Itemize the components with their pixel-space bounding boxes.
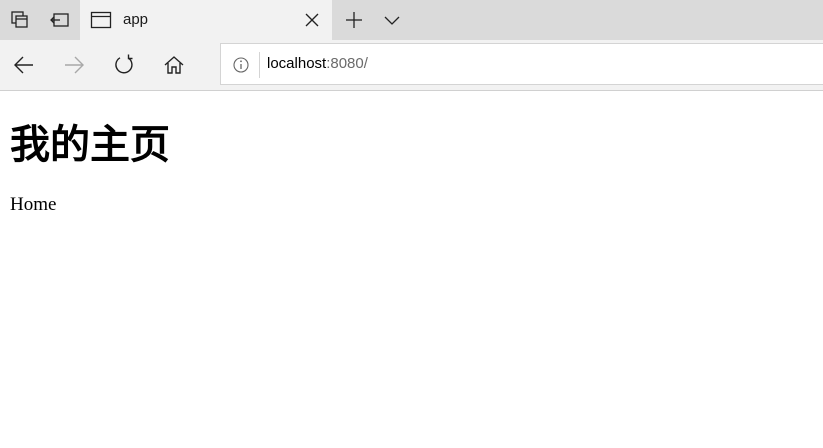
back-button[interactable] — [4, 45, 44, 85]
refresh-icon — [115, 54, 133, 74]
chevron-down-icon — [384, 16, 400, 25]
tab-app[interactable]: app — [80, 0, 332, 40]
tab-sets-button[interactable] — [0, 0, 40, 40]
home-link[interactable]: Home — [10, 194, 823, 216]
tab-preview-button[interactable] — [372, 0, 412, 40]
page-icon — [90, 11, 112, 29]
page-title: 我的主页 — [10, 122, 170, 168]
navigation-bar: localhost:8080/ — [0, 40, 823, 91]
refresh-button[interactable] — [104, 45, 144, 85]
set-aside-tabs-button[interactable] — [40, 0, 80, 40]
forward-button[interactable] — [54, 45, 94, 85]
tab-strip: app — [0, 0, 823, 40]
home-icon — [164, 56, 184, 74]
new-tab-button[interactable] — [334, 0, 374, 40]
tab-title: app — [123, 11, 149, 28]
home-button[interactable] — [154, 45, 194, 85]
arrow-right-icon — [65, 56, 84, 74]
page-content: 我的主页 Home — [10, 96, 823, 216]
tab-sets-icon — [11, 11, 28, 28]
url-host: localhost — [267, 55, 327, 72]
plus-icon — [346, 12, 362, 28]
set-aside-icon — [50, 13, 69, 27]
address-bar[interactable]: localhost:8080/ — [220, 43, 823, 85]
url-text[interactable]: localhost:8080/ — [267, 55, 368, 72]
close-icon — [305, 13, 319, 27]
info-icon[interactable] — [231, 55, 251, 75]
url-port-path: :8080/ — [326, 55, 368, 72]
tab-close-button[interactable] — [300, 8, 324, 32]
arrow-left-icon — [14, 56, 33, 74]
address-separator — [259, 52, 260, 78]
